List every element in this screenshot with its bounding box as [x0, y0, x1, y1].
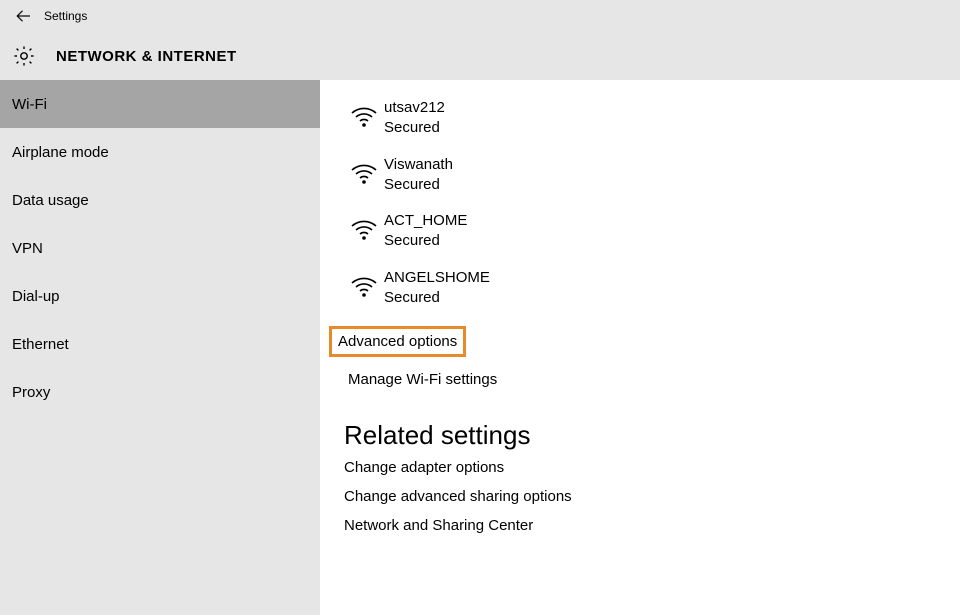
- wifi-network-row[interactable]: ANGELSHOME Secured: [344, 260, 960, 317]
- manage-wifi-link[interactable]: Manage Wi-Fi settings: [344, 363, 501, 396]
- sidebar-item-wifi[interactable]: Wi-Fi: [0, 80, 320, 128]
- wifi-network-row[interactable]: utsav212 Secured: [344, 90, 960, 147]
- sidebar-item-ethernet[interactable]: Ethernet: [0, 320, 320, 368]
- content-pane: utsav212 Secured Viswanath Secured: [320, 80, 960, 615]
- sidebar-item-label: Data usage: [12, 192, 89, 209]
- related-settings-heading: Related settings: [344, 420, 960, 451]
- link-label: Change advanced sharing options: [344, 488, 572, 505]
- wifi-network-status: Secured: [384, 288, 490, 308]
- wifi-network-row[interactable]: ACT_HOME Secured: [344, 203, 960, 260]
- related-link-adapter[interactable]: Change adapter options: [344, 459, 960, 476]
- sidebar-item-proxy[interactable]: Proxy: [0, 368, 320, 416]
- advanced-options-link[interactable]: Advanced options: [329, 326, 466, 357]
- link-label: Advanced options: [338, 333, 457, 350]
- sidebar-item-label: Dial-up: [12, 288, 60, 305]
- wifi-icon: [344, 98, 384, 134]
- sidebar-item-label: VPN: [12, 240, 43, 257]
- sidebar-item-label: Proxy: [12, 384, 50, 401]
- back-button[interactable]: [4, 0, 44, 32]
- sidebar-item-label: Ethernet: [12, 336, 69, 353]
- wifi-network-name: ACT_HOME: [384, 211, 467, 231]
- link-label: Manage Wi-Fi settings: [348, 371, 497, 388]
- wifi-network-status: Secured: [384, 118, 445, 138]
- wifi-network-name: Viswanath: [384, 155, 453, 175]
- link-label: Change adapter options: [344, 459, 504, 476]
- titlebar: Settings: [0, 0, 960, 32]
- wifi-network-status: Secured: [384, 231, 467, 251]
- sidebar-item-data-usage[interactable]: Data usage: [0, 176, 320, 224]
- sidebar-item-dial-up[interactable]: Dial-up: [0, 272, 320, 320]
- sidebar-item-vpn[interactable]: VPN: [0, 224, 320, 272]
- wifi-network-name: utsav212: [384, 98, 445, 118]
- sidebar-item-label: Airplane mode: [12, 144, 109, 161]
- sidebar: Wi-Fi Airplane mode Data usage VPN Dial-…: [0, 80, 320, 615]
- related-link-network-center[interactable]: Network and Sharing Center: [344, 517, 960, 534]
- wifi-icon: [344, 155, 384, 191]
- wifi-icon: [344, 211, 384, 247]
- page-title: NETWORK & INTERNET: [56, 48, 237, 65]
- sidebar-item-airplane-mode[interactable]: Airplane mode: [0, 128, 320, 176]
- titlebar-label: Settings: [44, 9, 87, 23]
- related-link-sharing[interactable]: Change advanced sharing options: [344, 488, 960, 505]
- page-header: NETWORK & INTERNET: [0, 32, 960, 80]
- gear-icon: [10, 42, 38, 70]
- sidebar-item-label: Wi-Fi: [12, 96, 47, 113]
- wifi-icon: [344, 268, 384, 304]
- wifi-network-status: Secured: [384, 175, 453, 195]
- link-label: Network and Sharing Center: [344, 517, 533, 534]
- wifi-network-name: ANGELSHOME: [384, 268, 490, 288]
- wifi-network-row[interactable]: Viswanath Secured: [344, 147, 960, 204]
